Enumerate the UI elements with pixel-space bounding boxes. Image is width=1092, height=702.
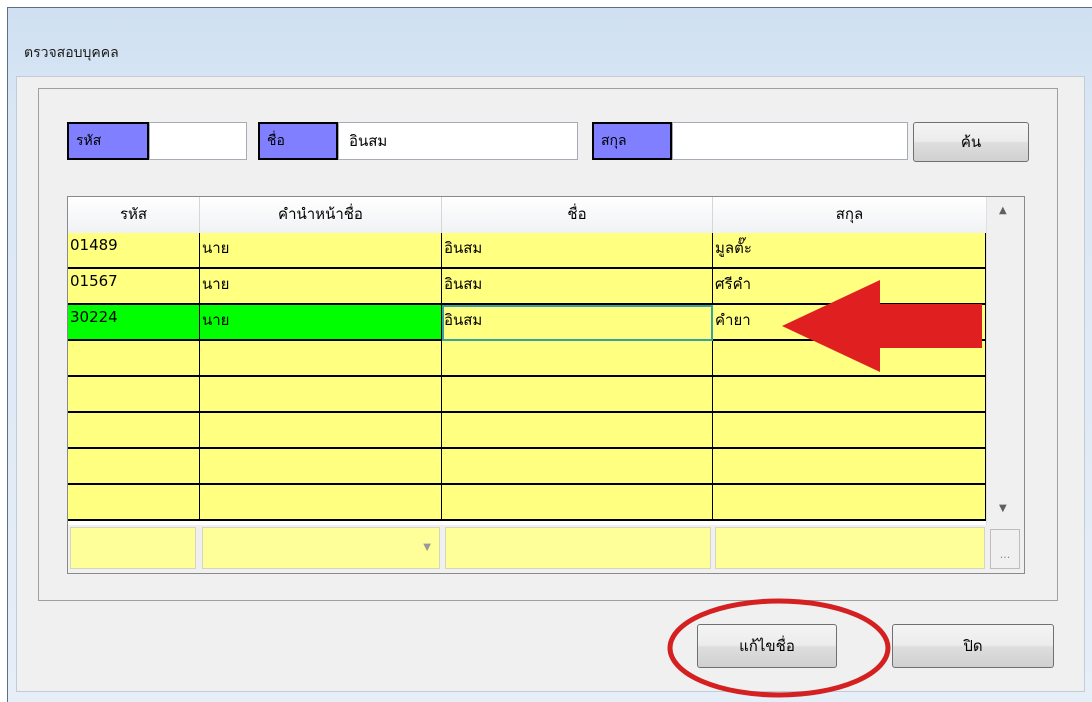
search-button[interactable]: ค้น: [913, 122, 1029, 162]
prefix-cell[interactable]: [200, 485, 442, 521]
scroll-up-icon[interactable]: ▲: [999, 205, 1007, 216]
prefix-cell[interactable]: [200, 377, 442, 413]
new-prefix-dropdown[interactable]: ▼: [202, 527, 440, 569]
table-row[interactable]: 01489 นาย อินสม มูลตั๊ะ: [68, 233, 986, 269]
code-cell[interactable]: 30224: [68, 305, 200, 341]
name-field[interactable]: [338, 122, 578, 160]
code-cell[interactable]: [68, 449, 200, 485]
name-cell[interactable]: [442, 341, 713, 377]
table-row[interactable]: [68, 377, 986, 413]
new-record-row: ▼ ...: [68, 525, 1024, 573]
chevron-down-icon: ▼: [423, 542, 431, 553]
name-cell[interactable]: อินสม: [442, 269, 713, 305]
scroll-down-icon[interactable]: ▼: [999, 503, 1007, 514]
name-cell[interactable]: อินสม: [442, 305, 713, 341]
prefix-cell[interactable]: นาย: [200, 305, 442, 341]
code-label: รหัส: [67, 122, 149, 160]
code-cell[interactable]: 01489: [68, 233, 200, 269]
code-field[interactable]: [149, 122, 247, 160]
surname-label: สกุล: [592, 122, 672, 160]
table-row[interactable]: [68, 485, 986, 521]
prefix-cell[interactable]: [200, 449, 442, 485]
close-button[interactable]: ปิด: [892, 624, 1054, 668]
surname-cell[interactable]: [713, 413, 986, 449]
surname-cell[interactable]: [713, 449, 986, 485]
surname-cell[interactable]: [713, 377, 986, 413]
code-cell[interactable]: [68, 485, 200, 521]
new-name-cell[interactable]: [445, 527, 711, 569]
name-cell[interactable]: [442, 377, 713, 413]
name-cell[interactable]: [442, 413, 713, 449]
name-cell[interactable]: [442, 449, 713, 485]
code-cell[interactable]: [68, 341, 200, 377]
table-row[interactable]: [68, 449, 986, 485]
surname-cell[interactable]: มูลตั๊ะ: [713, 233, 986, 269]
code-cell[interactable]: 01567: [68, 269, 200, 305]
code-cell[interactable]: [68, 377, 200, 413]
column-header-name[interactable]: ชื่อ: [442, 197, 713, 233]
name-cell[interactable]: อินสม: [442, 233, 713, 269]
grid-header: รหัส คำนำหน้าชื่อ ชื่อ สกุล: [68, 197, 986, 234]
table-row[interactable]: [68, 413, 986, 449]
new-code-cell[interactable]: [70, 527, 196, 569]
new-surname-cell[interactable]: [715, 527, 985, 569]
surname-field[interactable]: [672, 122, 908, 160]
column-header-prefix[interactable]: คำนำหน้าชื่อ: [200, 197, 442, 233]
column-header-code[interactable]: รหัส: [68, 197, 200, 233]
vertical-scrollbar[interactable]: ▲ ▼: [986, 197, 1024, 525]
ellipsis-button[interactable]: ...: [990, 529, 1020, 569]
column-header-surname[interactable]: สกุล: [713, 197, 986, 233]
surname-cell[interactable]: [713, 485, 986, 521]
red-circle-annotation: [667, 598, 891, 698]
results-grid: รหัส คำนำหน้าชื่อ ชื่อ สกุล 01489 นาย อินส…: [67, 196, 1025, 574]
window-title: ตรวจสอบบุคคล: [24, 45, 119, 61]
prefix-cell[interactable]: นาย: [200, 269, 442, 305]
prefix-cell[interactable]: [200, 341, 442, 377]
name-cell[interactable]: [442, 485, 713, 521]
code-cell[interactable]: [68, 413, 200, 449]
name-label: ชื่อ: [258, 122, 338, 160]
red-arrow-annotation: [782, 280, 982, 372]
prefix-cell[interactable]: นาย: [200, 233, 442, 269]
prefix-cell[interactable]: [200, 413, 442, 449]
